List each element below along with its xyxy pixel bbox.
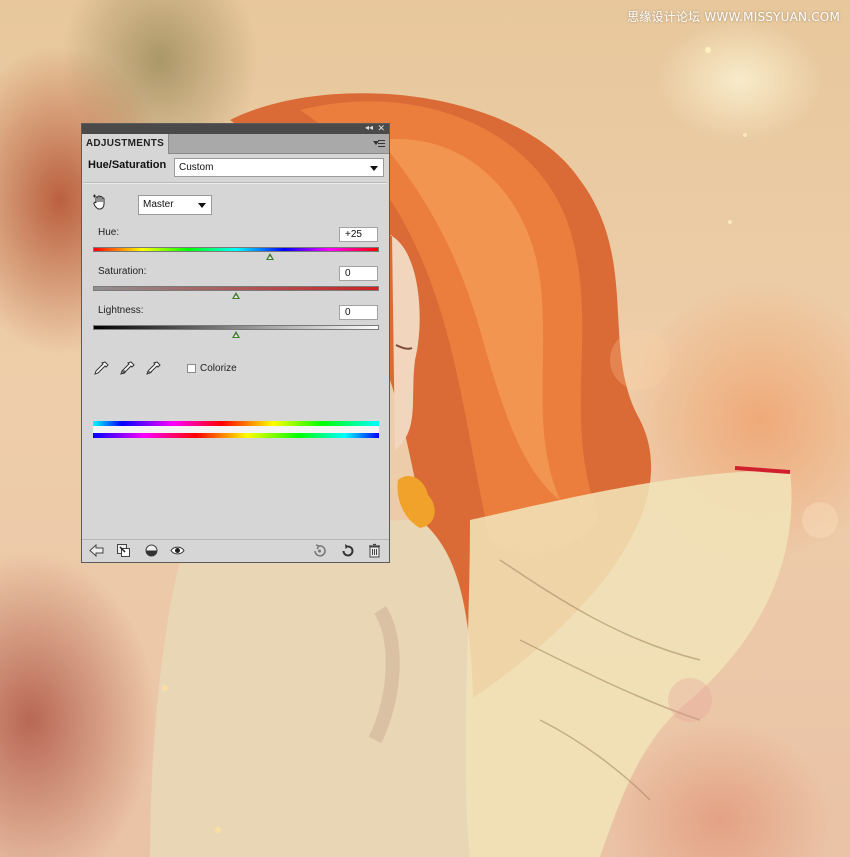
saturation-label: Saturation: [98, 266, 147, 277]
clip-to-layer-icon[interactable] [116, 543, 131, 558]
panel-title-bar[interactable]: ◂◂ ✕ [82, 122, 389, 134]
hue-slider-track[interactable] [93, 247, 379, 252]
saturation-slider-thumb[interactable] [232, 292, 240, 299]
eye-icon[interactable] [170, 543, 185, 558]
adjustments-panel: ◂◂ ✕ ADJUSTMENTS Hue/Saturation Custom M… [81, 123, 390, 563]
lightness-label: Lightness: [98, 305, 144, 316]
panel-tab-row: ADJUSTMENTS [82, 134, 389, 154]
back-arrow-icon[interactable] [89, 543, 104, 558]
hue-input[interactable]: +25 [339, 227, 378, 242]
eyedropper-minus-icon[interactable] [145, 361, 161, 377]
colorize-label: Colorize [200, 363, 237, 374]
output-color-spectrum [93, 433, 379, 438]
site-watermark: 思缘设计论坛 WWW.MISSYUAN.COM [627, 10, 840, 24]
preset-dropdown[interactable]: Custom [174, 158, 384, 177]
visibility-circle-icon[interactable] [144, 543, 159, 558]
hue-slider-thumb[interactable] [266, 253, 275, 260]
eyedropper-icon[interactable] [93, 361, 109, 377]
trash-icon[interactable] [367, 543, 382, 558]
eyedropper-plus-icon[interactable] [119, 361, 135, 377]
panel-footer [82, 539, 389, 562]
collapse-panel-icon[interactable]: ◂◂ [365, 122, 373, 134]
adjustment-title: Hue/Saturation [88, 159, 167, 171]
hue-label: Hue: [98, 227, 120, 238]
saturation-slider-track[interactable] [93, 286, 379, 291]
close-icon[interactable]: ✕ [377, 122, 385, 134]
lightness-slider-thumb[interactable] [232, 331, 240, 338]
chevron-down-icon [198, 203, 206, 208]
lightness-input[interactable]: 0 [339, 305, 378, 320]
tab-adjustments[interactable]: ADJUSTMENTS [82, 134, 169, 154]
divider [84, 182, 387, 184]
targeted-adjustment-hand-icon[interactable] [92, 194, 108, 210]
channel-dropdown[interactable]: Master [138, 195, 212, 215]
lightness-slider-track[interactable] [93, 325, 379, 330]
preset-value: Custom [179, 162, 214, 173]
reset-icon[interactable] [340, 543, 355, 558]
previous-state-icon[interactable] [312, 543, 327, 558]
colorize-checkbox[interactable] [187, 364, 196, 373]
chevron-down-icon [370, 166, 378, 171]
panel-menu-icon[interactable] [373, 139, 385, 148]
channel-value: Master [143, 199, 174, 210]
saturation-input[interactable]: 0 [339, 266, 378, 281]
spectrum-range-area [93, 426, 379, 433]
